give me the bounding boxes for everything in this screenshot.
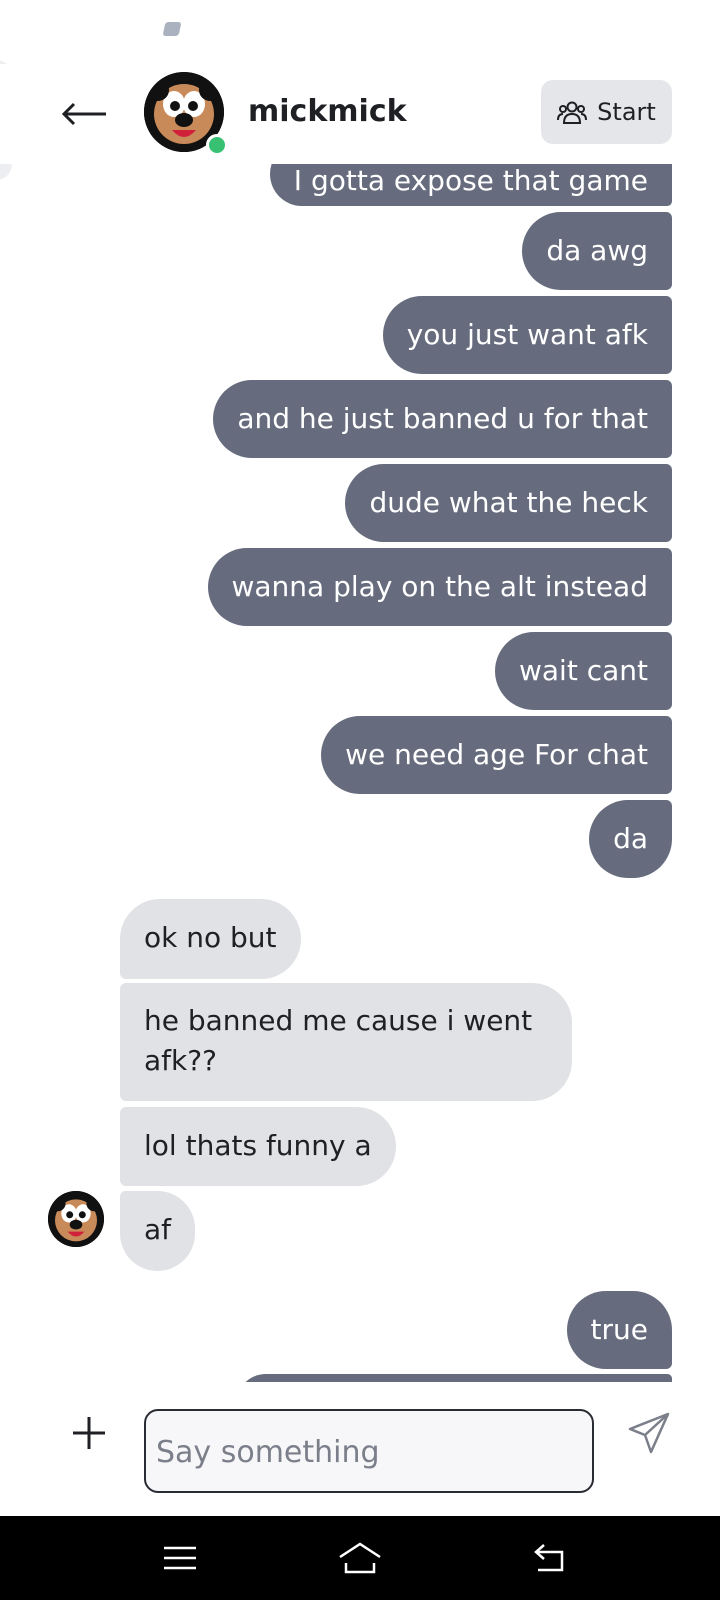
message-bubble-outgoing[interactable]: you just want afk [382, 296, 672, 374]
message-bubble-outgoing[interactable]: and he just banned u for that [213, 380, 672, 458]
message-bubble-outgoing[interactable]: I gotta expose that game [269, 164, 672, 206]
menu-icon [164, 1546, 196, 1570]
back-icon [534, 1544, 564, 1572]
message-bubble-outgoing[interactable]: da [589, 800, 672, 878]
message-bubble-incoming[interactable]: af [120, 1191, 196, 1271]
chat-header: mickmick Start [0, 64, 720, 164]
message-bubble-incoming[interactable]: lol thats funny a [120, 1107, 396, 1186]
message-bubble-incoming[interactable]: ok no but [120, 899, 301, 979]
back-button[interactable] [56, 88, 112, 140]
message-bubble-incoming[interactable]: he banned me cause i went afk?? [120, 983, 572, 1101]
sender-avatar[interactable] [48, 1191, 104, 1247]
system-nav-bar [0, 1516, 720, 1600]
online-status-dot [206, 134, 228, 156]
message-input[interactable] [154, 1411, 578, 1493]
nav-home-button[interactable] [330, 1536, 390, 1580]
message-bubble-outgoing[interactable]: we need age For chat [321, 716, 672, 794]
message-bubble-outgoing[interactable]: true [566, 1291, 672, 1369]
message-bubble-outgoing[interactable]: wanna play on the alt instead [207, 548, 672, 626]
status-app-icon [162, 22, 182, 36]
message-bubble-outgoing[interactable]: dude what the heck [345, 464, 672, 542]
message-input-box[interactable] [144, 1409, 594, 1493]
start-button[interactable]: Start [541, 80, 672, 144]
paper-plane-icon [628, 1412, 670, 1454]
nav-back-button[interactable] [520, 1536, 580, 1580]
start-button-label: Start [597, 98, 656, 126]
people-icon [557, 101, 588, 124]
arrow-left-icon [61, 102, 106, 126]
avatar-image [48, 1191, 104, 1247]
message-bubble-outgoing-partial[interactable] [236, 1374, 672, 1382]
message-list[interactable]: I gotta expose that game da awg you just… [0, 164, 720, 1382]
composer-bar [0, 1382, 720, 1516]
home-icon [339, 1542, 381, 1574]
plus-icon [73, 1417, 105, 1449]
nav-menu-button[interactable] [150, 1536, 210, 1580]
message-bubble-outgoing[interactable]: da awg [522, 212, 672, 290]
message-bubble-outgoing[interactable]: wait cant [495, 632, 672, 710]
send-button[interactable] [624, 1408, 674, 1458]
contact-name[interactable]: mickmick [248, 94, 407, 129]
attach-button[interactable] [64, 1408, 114, 1458]
